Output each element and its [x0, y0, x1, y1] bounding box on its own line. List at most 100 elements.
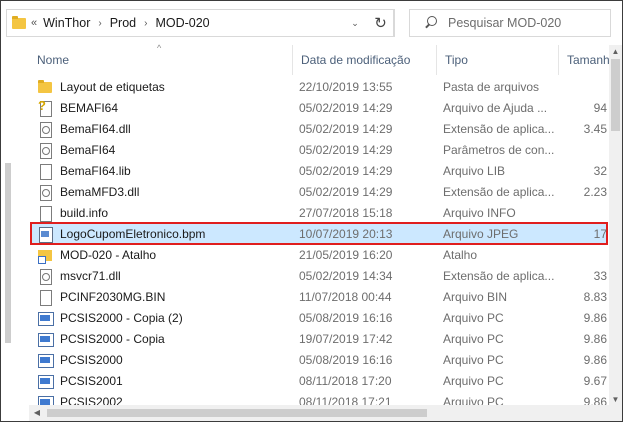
breadcrumb-separator-icon[interactable]: ›: [144, 18, 147, 29]
file-row[interactable]: BemaFI64 05/02/2019 14:29 Parâmetros de co…: [31, 139, 607, 160]
breadcrumb-item-prod[interactable]: Prod: [110, 16, 136, 30]
file-row[interactable]: PCSIS2001 08/11/2018 17:20 Arquivo PC 9.67: [31, 370, 607, 391]
scroll-down-arrow-icon[interactable]: ▼: [609, 393, 622, 407]
file-date: 21/05/2019 16:20: [299, 247, 393, 262]
file-row[interactable]: BemaMFD3.dll 05/02/2019 14:29 Extensão de …: [31, 181, 607, 202]
file-type: Extensão de aplica...: [443, 184, 555, 199]
navigation-bar: « WinThor › Prod › MOD-020 ⌄ ↻ Pesquisar…: [1, 1, 622, 45]
scroll-left-arrow-icon[interactable]: ◀: [29, 405, 45, 421]
file-name: BemaFI64: [60, 142, 116, 157]
folder-icon: [37, 79, 53, 95]
column-header-date[interactable]: Data de modificação: [293, 45, 437, 75]
vertical-scroll-thumb[interactable]: [611, 59, 620, 131]
file-type: Arquivo INFO: [443, 205, 516, 220]
pc-file-icon: [37, 352, 54, 368]
file-date: 22/10/2019 13:55: [299, 79, 393, 94]
breadcrumb-item-winthor[interactable]: WinThor: [43, 16, 90, 30]
file-explorer-window: « WinThor › Prod › MOD-020 ⌄ ↻ Pesquisar…: [0, 0, 623, 422]
file-size: 33: [593, 268, 607, 283]
file-name: build.info: [60, 205, 109, 220]
file-row[interactable]: PCSIS2000 05/08/2019 16:16 Arquivo PC 9.86: [31, 349, 607, 370]
file-icon: [37, 289, 53, 306]
file-size: [569, 139, 607, 160]
file-name: BemaMFD3.dll: [60, 184, 140, 199]
file-row[interactable]: BemaFI64.lib 05/02/2019 14:29 Arquivo LIB 3…: [31, 160, 607, 181]
navigation-pane-scrollbar[interactable]: [5, 163, 11, 343]
file-type: Parâmetros de con...: [443, 142, 555, 157]
file-name-cell: PCSIS2001: [37, 370, 295, 391]
file-type: Arquivo PC: [443, 394, 504, 407]
file-date: 05/08/2019 16:16: [299, 352, 393, 367]
file-date: 08/11/2018 17:21: [299, 394, 392, 407]
file-row[interactable]: BemaFI64.dll 05/02/2019 14:29 Extensão de …: [31, 118, 607, 139]
file-name-cell: LogoCupomEletronico.bpm: [37, 223, 295, 244]
file-row[interactable]: PCSIS2002 08/11/2018 17:21 Arquivo PC 9.86: [31, 391, 607, 406]
column-header-type[interactable]: Tipo: [437, 45, 559, 75]
file-type: Arquivo PC: [443, 373, 504, 388]
file-row[interactable]: MOD-020 - Atalho 21/05/2019 16:20 Atalho: [31, 244, 607, 265]
search-box[interactable]: Pesquisar MOD-020: [409, 9, 611, 37]
file-row[interactable]: build.info 27/07/2018 15:18 Arquivo INFO: [31, 202, 607, 223]
address-history-chevron-down-icon[interactable]: ⌄: [345, 10, 365, 36]
breadcrumb: « WinThor › Prod › MOD-020: [31, 10, 210, 36]
file-name-cell: Layout de etiquetas: [37, 76, 295, 97]
column-header-size[interactable]: Tamanho: [559, 45, 609, 75]
file-name: msvcr71.dll: [60, 268, 121, 283]
file-date: 27/07/2018 15:18: [299, 205, 393, 220]
file-date: 05/08/2019 16:16: [299, 310, 393, 325]
file-date: 05/02/2019 14:29: [299, 184, 393, 199]
refresh-button[interactable]: ↻: [367, 9, 395, 37]
horizontal-scrollbar[interactable]: ◀: [29, 405, 609, 421]
address-bar[interactable]: « WinThor › Prod › MOD-020 ⌄: [6, 9, 394, 37]
file-date: 05/02/2019 14:29: [299, 121, 393, 136]
file-type: Arquivo PC: [443, 310, 504, 325]
file-size: [569, 76, 607, 97]
file-row[interactable]: Layout de etiquetas 22/10/2019 13:55 Pasta…: [31, 76, 607, 97]
file-row[interactable]: BEMAFI64 05/02/2019 14:29 Arquivo de Ajuda…: [31, 97, 607, 118]
column-header-name[interactable]: Nome: [29, 45, 293, 75]
file-size: 9.86: [583, 310, 607, 325]
file-name: PCSIS2000: [60, 352, 123, 367]
shortcut-icon: [37, 247, 53, 264]
file-name-cell: build.info: [37, 202, 295, 223]
file-row[interactable]: LogoCupomEletronico.bpm 10/07/2019 20:13 A…: [30, 222, 608, 245]
file-type: Arquivo PC: [443, 352, 504, 367]
file-row[interactable]: msvcr71.dll 05/02/2019 14:34 Extensão de a…: [31, 265, 607, 286]
file-name: PCSIS2001: [60, 373, 123, 388]
folder-icon: [11, 15, 27, 31]
file-row[interactable]: PCSIS2000 - Copia 19/07/2019 17:42 Arquivo…: [31, 328, 607, 349]
file-size: 32: [593, 163, 607, 178]
file-name-cell: BemaMFD3.dll: [37, 181, 295, 202]
dll-file-icon: [37, 268, 53, 285]
file-name-cell: PCSIS2000: [37, 349, 295, 370]
horizontal-scroll-thumb[interactable]: [47, 409, 427, 417]
image-file-icon: [37, 226, 53, 243]
search-input[interactable]: Pesquisar MOD-020: [448, 16, 561, 30]
file-name-cell: PCSIS2000 - Copia (2): [37, 307, 295, 328]
file-type: Pasta de arquivos: [443, 79, 540, 94]
file-size: 9.86: [583, 352, 607, 367]
help-file-icon: [37, 98, 53, 117]
vertical-scrollbar[interactable]: ▲ ▼: [609, 45, 622, 421]
file-type: Arquivo PC: [443, 331, 504, 346]
file-date: 11/07/2018 00:44: [299, 289, 392, 304]
pc-file-icon: [37, 310, 54, 326]
file-name: BemaFI64.dll: [60, 121, 131, 136]
column-header: ^ Nome Data de modificação Tipo Tamanho: [29, 43, 609, 75]
navigation-pane-edge: [1, 45, 13, 421]
file-name-cell: BemaFI64.lib: [37, 160, 295, 181]
file-size: 3.45: [583, 121, 607, 136]
file-type: Arquivo LIB: [443, 163, 506, 178]
file-row[interactable]: PCINF2030MG.BIN 11/07/2018 00:44 Arquivo B…: [31, 286, 607, 307]
breadcrumb-item-mod-020[interactable]: MOD-020: [155, 16, 209, 30]
breadcrumb-separator-icon[interactable]: ›: [98, 18, 101, 29]
file-date: 05/02/2019 14:34: [299, 268, 393, 283]
config-file-icon: [37, 142, 53, 159]
scroll-up-arrow-icon[interactable]: ▲: [609, 45, 622, 59]
breadcrumb-overflow-icon[interactable]: «: [31, 17, 37, 29]
file-name: PCSIS2000 - Copia (2): [60, 310, 183, 325]
file-row[interactable]: PCSIS2000 - Copia (2) 05/08/2019 16:16 Arq…: [31, 307, 607, 328]
file-size: 8.83: [583, 289, 607, 304]
file-name: LogoCupomEletronico.bpm: [60, 226, 206, 241]
file-name: Layout de etiquetas: [60, 79, 165, 94]
